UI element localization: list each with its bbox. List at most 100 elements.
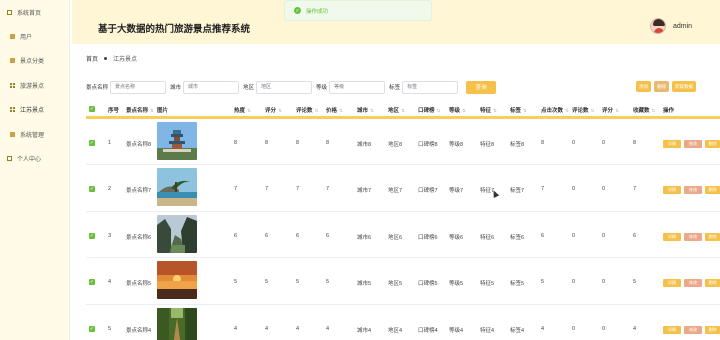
sidebar-item-users[interactable]: 用户: [0, 24, 69, 48]
col-label: 地区: [388, 108, 400, 114]
delete-button[interactable]: 删除: [654, 81, 669, 92]
toast-text: 操作成功: [306, 8, 329, 15]
row-delete-button[interactable]: 删除: [705, 325, 720, 334]
edit-button[interactable]: 修改: [684, 325, 702, 334]
col-rank[interactable]: 口碑榜 ⇅: [418, 106, 440, 114]
col-heat[interactable]: 热度 ⇅: [234, 106, 251, 114]
username[interactable]: admin: [673, 23, 692, 30]
cell-comments: 8: [296, 140, 300, 146]
row-checkbox[interactable]: ✓: [89, 186, 95, 193]
edit-button[interactable]: 修改: [684, 279, 702, 288]
crawl-button[interactable]: 爬取数据: [672, 81, 696, 92]
cell-feature: 特征4: [480, 327, 495, 334]
sidebar-item-home[interactable]: 系统首页: [0, 0, 69, 24]
attraction-image[interactable]: [157, 168, 197, 207]
attractions-table: ✓ 序号 景点名称 ⇅ 图片 热度 ⇅ 评分 ⇅ 评论数 ⇅ 价格 ⇅ 城市 ⇅ 地区 ⇅ 口…: [86, 103, 720, 340]
cell-comment-count: 0: [572, 140, 576, 146]
col-label: 景点名称: [126, 108, 149, 114]
row-checkbox[interactable]: ✓: [89, 325, 95, 332]
col-level[interactable]: 等级 ⇅: [449, 106, 466, 114]
avatar[interactable]: [650, 18, 666, 34]
cell-name: 景点名称4: [126, 327, 152, 334]
row-checkbox[interactable]: ✓: [89, 232, 95, 239]
row-delete-button[interactable]: 删除: [705, 232, 720, 241]
sidebar-item-category[interactable]: 景点分类: [0, 49, 69, 73]
col-comment-count[interactable]: 评论数 ⇅: [572, 106, 594, 114]
attraction-image[interactable]: [157, 214, 197, 253]
col-tag[interactable]: 标签 ⇅: [510, 106, 527, 114]
row-checkbox[interactable]: ✓: [89, 279, 95, 286]
cell-heat: 5: [234, 279, 238, 286]
col-feature[interactable]: 特征 ⇅: [480, 106, 497, 114]
cell-tag: 标签6: [510, 234, 525, 241]
detail-button[interactable]: 详情: [663, 186, 681, 195]
cell-tag: 标签8: [510, 142, 525, 148]
name-input[interactable]: [110, 80, 167, 94]
breadcrumb-home[interactable]: 首页: [86, 57, 98, 63]
city-input[interactable]: [183, 80, 240, 94]
row-checkbox[interactable]: ✓: [89, 140, 95, 146]
cell-rating: 0: [602, 279, 606, 286]
edit-button[interactable]: 修改: [684, 186, 702, 195]
settings-icon: [10, 131, 15, 137]
tag-input[interactable]: [402, 80, 459, 94]
col-label: 评论数: [296, 108, 313, 114]
row-delete-button[interactable]: 删除: [705, 186, 720, 195]
cell-rating: 0: [602, 140, 606, 146]
detail-button[interactable]: 详情: [663, 325, 681, 334]
table-row: ✓ 1 景点名称8 8 8 8 8 城市8 地区8 口碑榜8 等级8 特征8 标…: [86, 119, 720, 166]
col-label: 等级: [449, 108, 461, 114]
col-comments[interactable]: 评论数 ⇅: [296, 106, 318, 114]
col-favorites[interactable]: 收藏数 ⇅: [633, 106, 655, 114]
attraction-image[interactable]: [157, 261, 197, 300]
sidebar-item-system[interactable]: 系统管理: [0, 122, 69, 146]
cell-tag: 标签5: [510, 281, 525, 288]
table-row: ✓ 2 景点名称7 7 7 7 7 城市7 地区7 口碑榜7 等级7 特征7 标…: [86, 165, 720, 212]
cell-rank: 口碑榜5: [418, 281, 438, 288]
col-price[interactable]: 价格 ⇅: [326, 106, 343, 114]
cell-score: 6: [265, 232, 269, 239]
cell-clicks: 8: [541, 140, 545, 146]
col-area[interactable]: 地区 ⇅: [388, 106, 405, 114]
query-button[interactable]: 查询: [466, 80, 497, 94]
edit-button[interactable]: 修改: [684, 140, 702, 148]
col-label: 热度: [234, 108, 246, 114]
col-rating[interactable]: 评分 ⇅: [602, 106, 619, 114]
edit-button[interactable]: 修改: [684, 232, 702, 241]
col-clicks[interactable]: 点击次数 ⇅: [541, 106, 569, 114]
detail-button[interactable]: 详情: [663, 279, 681, 288]
col-label: 标签: [510, 108, 522, 114]
cell-rank: 口碑榜8: [418, 142, 438, 148]
select-all-checkbox[interactable]: ✓: [89, 106, 95, 112]
sidebar-item-jiangsu[interactable]: 江苏景点: [0, 98, 69, 122]
page-title: 基于大数据的热门旅游景点推荐系统: [98, 24, 251, 35]
sidebar-item-attractions[interactable]: 旅游景点: [0, 73, 69, 97]
sort-icon: ⇅: [565, 108, 569, 113]
detail-button[interactable]: 详情: [663, 232, 681, 241]
cell-index: 1: [108, 140, 112, 146]
level-input[interactable]: [329, 80, 386, 94]
cell-city: 城市7: [357, 188, 372, 195]
success-toast: ✓ 操作成功: [284, 0, 432, 21]
detail-button[interactable]: 详情: [663, 140, 681, 148]
col-city[interactable]: 城市 ⇅: [357, 106, 374, 114]
cell-price: 8: [326, 140, 330, 146]
row-delete-button[interactable]: 删除: [705, 279, 720, 288]
cell-clicks: 4: [541, 325, 545, 332]
search-label-tag: 标签: [389, 85, 401, 91]
attraction-image[interactable]: [157, 122, 197, 160]
sort-icon: ⇅: [314, 108, 319, 113]
attraction-image[interactable]: [157, 307, 197, 340]
cell-index: 3: [108, 232, 112, 239]
col-label: 点击次数: [541, 108, 564, 114]
area-input[interactable]: [256, 80, 313, 94]
col-score[interactable]: 评分 ⇅: [265, 106, 282, 114]
sort-icon: ⇅: [436, 108, 441, 113]
sidebar-item-label: 个人中心: [17, 157, 42, 164]
sidebar-item-profile[interactable]: 个人中心: [0, 146, 69, 170]
cell-level: 等级6: [449, 234, 464, 241]
add-button[interactable]: 添加: [636, 81, 651, 92]
cell-area: 地区8: [388, 142, 403, 148]
row-delete-button[interactable]: 删除: [705, 140, 720, 148]
col-name[interactable]: 景点名称 ⇅: [126, 106, 154, 114]
